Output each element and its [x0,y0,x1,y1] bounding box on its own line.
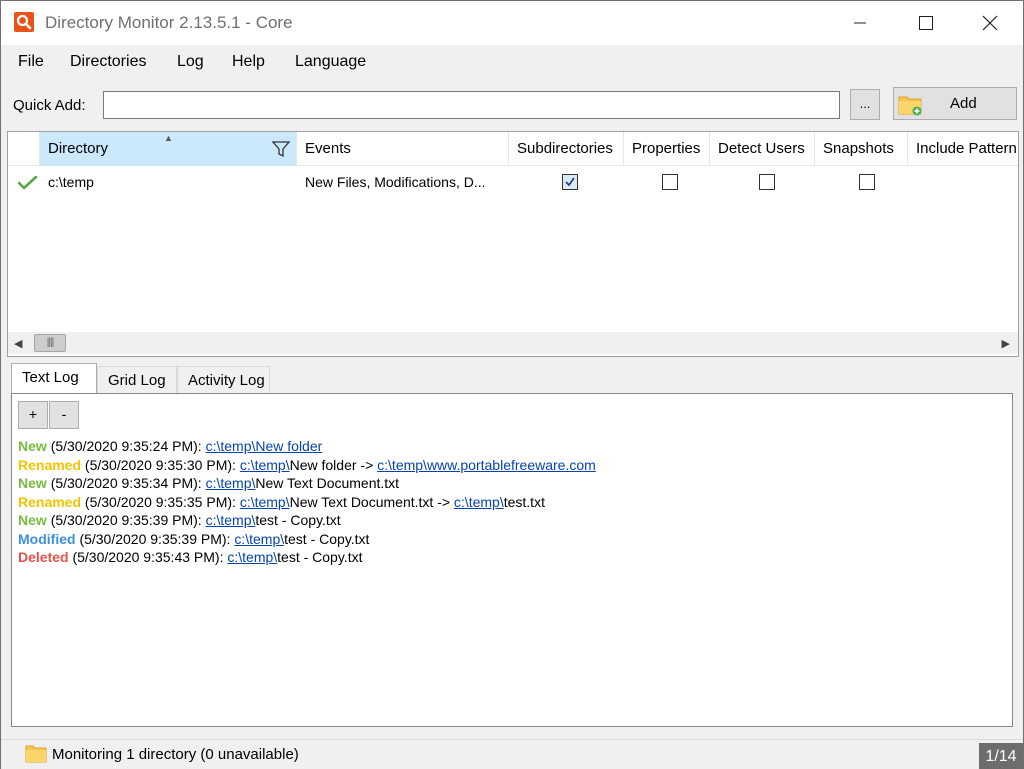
log-entry: Modified (5/30/2020 9:35:39 PM): c:\temp… [18,530,596,549]
status-bar: Monitoring 1 directory (0 unavailable) 1… [1,739,1023,769]
folder-icon [25,744,47,768]
log-timestamp: (5/30/2020 9:35:30 PM): [84,456,236,473]
menu-log[interactable]: Log [177,53,204,71]
log-path-link[interactable]: c:\temp\ [240,457,290,473]
log-path-text: test - Copy.txt [255,512,341,528]
horizontal-scrollbar[interactable]: ◀ |||| ▶ [8,332,1018,354]
quick-add-input[interactable] [103,91,840,119]
log-event-type: Renamed [18,493,82,510]
snapshots-checkbox[interactable] [859,174,875,190]
scrollbar-thumb[interactable]: |||| [34,334,66,352]
grid-header: Directory ▲ Events Subdirectories Proper… [8,132,1018,166]
log-path-link[interactable]: c:\temp\ [206,512,256,528]
log-timestamp: (5/30/2020 9:35:39 PM): [50,512,202,528]
log-timestamp: (5/30/2020 9:35:24 PM): [50,438,202,454]
window-title: Directory Monitor 2.13.5.1 - Core [45,13,293,32]
column-header-snapshots[interactable]: Snapshots [815,132,908,166]
page-counter: 1/14 [979,743,1023,769]
close-button[interactable] [967,1,1013,45]
log-rename-arrow: -> [356,456,378,473]
menu-file[interactable]: File [18,53,44,71]
minimize-icon [854,22,866,24]
scroll-left-icon[interactable]: ◀ [14,337,22,350]
sort-asc-icon: ▲ [164,133,173,143]
cell-events: New Files, Modifications, D... [305,174,486,190]
log-event-type: New [18,475,47,491]
log-path-text: New Text Document.txt [289,493,434,510]
status-text: Monitoring 1 directory (0 unavailable) [52,746,299,763]
directory-grid: Directory ▲ Events Subdirectories Proper… [7,131,1019,357]
log-event-type: Deleted [18,549,69,565]
column-header-properties[interactable]: Properties [624,132,710,166]
log-path-text: New folder [289,456,357,473]
log-entry: New (5/30/2020 9:35:39 PM): c:\temp\test… [18,511,596,530]
log-timestamp: (5/30/2020 9:35:43 PM): [72,549,224,565]
checkmark-icon [17,175,38,194]
log-entry: New (5/30/2020 9:35:34 PM): c:\temp\New … [18,474,596,493]
menu-directories[interactable]: Directories [70,53,146,71]
column-header-detect-users[interactable]: Detect Users [710,132,815,166]
log-entry: Renamed (5/30/2020 9:35:30 PM): c:\temp\… [18,456,596,475]
log-path-text: test - Copy.txt [284,530,370,547]
zoom-out-button[interactable]: - [49,401,79,429]
log-path-link[interactable]: c:\temp\ [206,475,256,491]
tab-grid-log[interactable]: Grid Log [97,366,177,394]
log-target-link[interactable]: c:\temp\ [454,494,504,510]
maximize-icon [919,16,933,30]
column-header-status[interactable] [8,132,40,166]
log-rename-arrow: -> [433,493,454,510]
tab-text-log[interactable]: Text Log [11,363,97,395]
properties-checkbox[interactable] [662,174,678,190]
browse-button[interactable]: ... [850,89,880,120]
quick-add-label: Quick Add: [13,97,86,114]
text-log-panel: + - New (5/30/2020 9:35:24 PM): c:\temp\… [11,393,1013,727]
add-button[interactable]: Add [893,87,1017,120]
folder-add-icon [898,93,924,121]
menu-help[interactable]: Help [232,53,265,71]
log-target-text: test.txt [503,493,545,510]
column-header-events[interactable]: Events [297,132,509,166]
log-event-type: Renamed [18,456,82,473]
log-path-link[interactable]: c:\temp\ [234,531,284,547]
log-lines: New (5/30/2020 9:35:24 PM): c:\temp\New … [18,437,596,567]
subdirectories-checkbox[interactable] [562,174,578,190]
log-path-link[interactable]: c:\temp\ [240,494,290,510]
app-search-icon [14,12,34,32]
tab-activity-log[interactable]: Activity Log [177,366,270,394]
column-header-subdirectories[interactable]: Subdirectories [509,132,624,166]
log-target-link[interactable]: c:\temp\www.portablefreeware.com [377,457,596,473]
log-timestamp: (5/30/2020 9:35:34 PM): [50,475,202,491]
maximize-button[interactable] [903,1,949,45]
log-timestamp: (5/30/2020 9:35:35 PM): [84,493,236,510]
menu-bar: File Directories Log Help Language [1,45,1023,79]
log-path-link[interactable]: c:\temp\New folder [206,438,323,454]
zoom-in-button[interactable]: + [18,401,48,429]
app-window: Directory Monitor 2.13.5.1 - Core File D… [0,0,1024,769]
log-timestamp: (5/30/2020 9:35:39 PM): [79,530,231,547]
scroll-right-icon[interactable]: ▶ [1002,337,1010,350]
log-event-type: New [18,512,47,528]
title-bar: Directory Monitor 2.13.5.1 - Core [1,1,1023,45]
add-button-label: Add [950,95,977,112]
log-path-text: test - Copy.txt [277,549,363,565]
cell-directory: c:\temp [48,174,94,190]
table-row[interactable]: c:\temp New Files, Modifications, D... [8,166,1018,196]
column-header-directory[interactable]: Directory ▲ [40,132,297,166]
close-icon [982,15,998,31]
log-path-text: New Text Document.txt [255,475,400,491]
log-entry: Renamed (5/30/2020 9:35:35 PM): c:\temp\… [18,493,596,512]
minimize-button[interactable] [837,1,883,45]
log-event-type: Modified [18,530,76,547]
log-path-link[interactable]: c:\temp\ [227,549,277,565]
filter-icon[interactable] [271,140,291,162]
log-entry: Deleted (5/30/2020 9:35:43 PM): c:\temp\… [18,548,596,567]
log-entry: New (5/30/2020 9:35:24 PM): c:\temp\New … [18,437,596,456]
log-event-type: New [18,438,47,454]
detect-users-checkbox[interactable] [759,174,775,190]
column-header-include-pattern[interactable]: Include Pattern [908,132,1018,166]
column-header-directory-label: Directory [48,140,109,157]
menu-language[interactable]: Language [295,53,366,71]
